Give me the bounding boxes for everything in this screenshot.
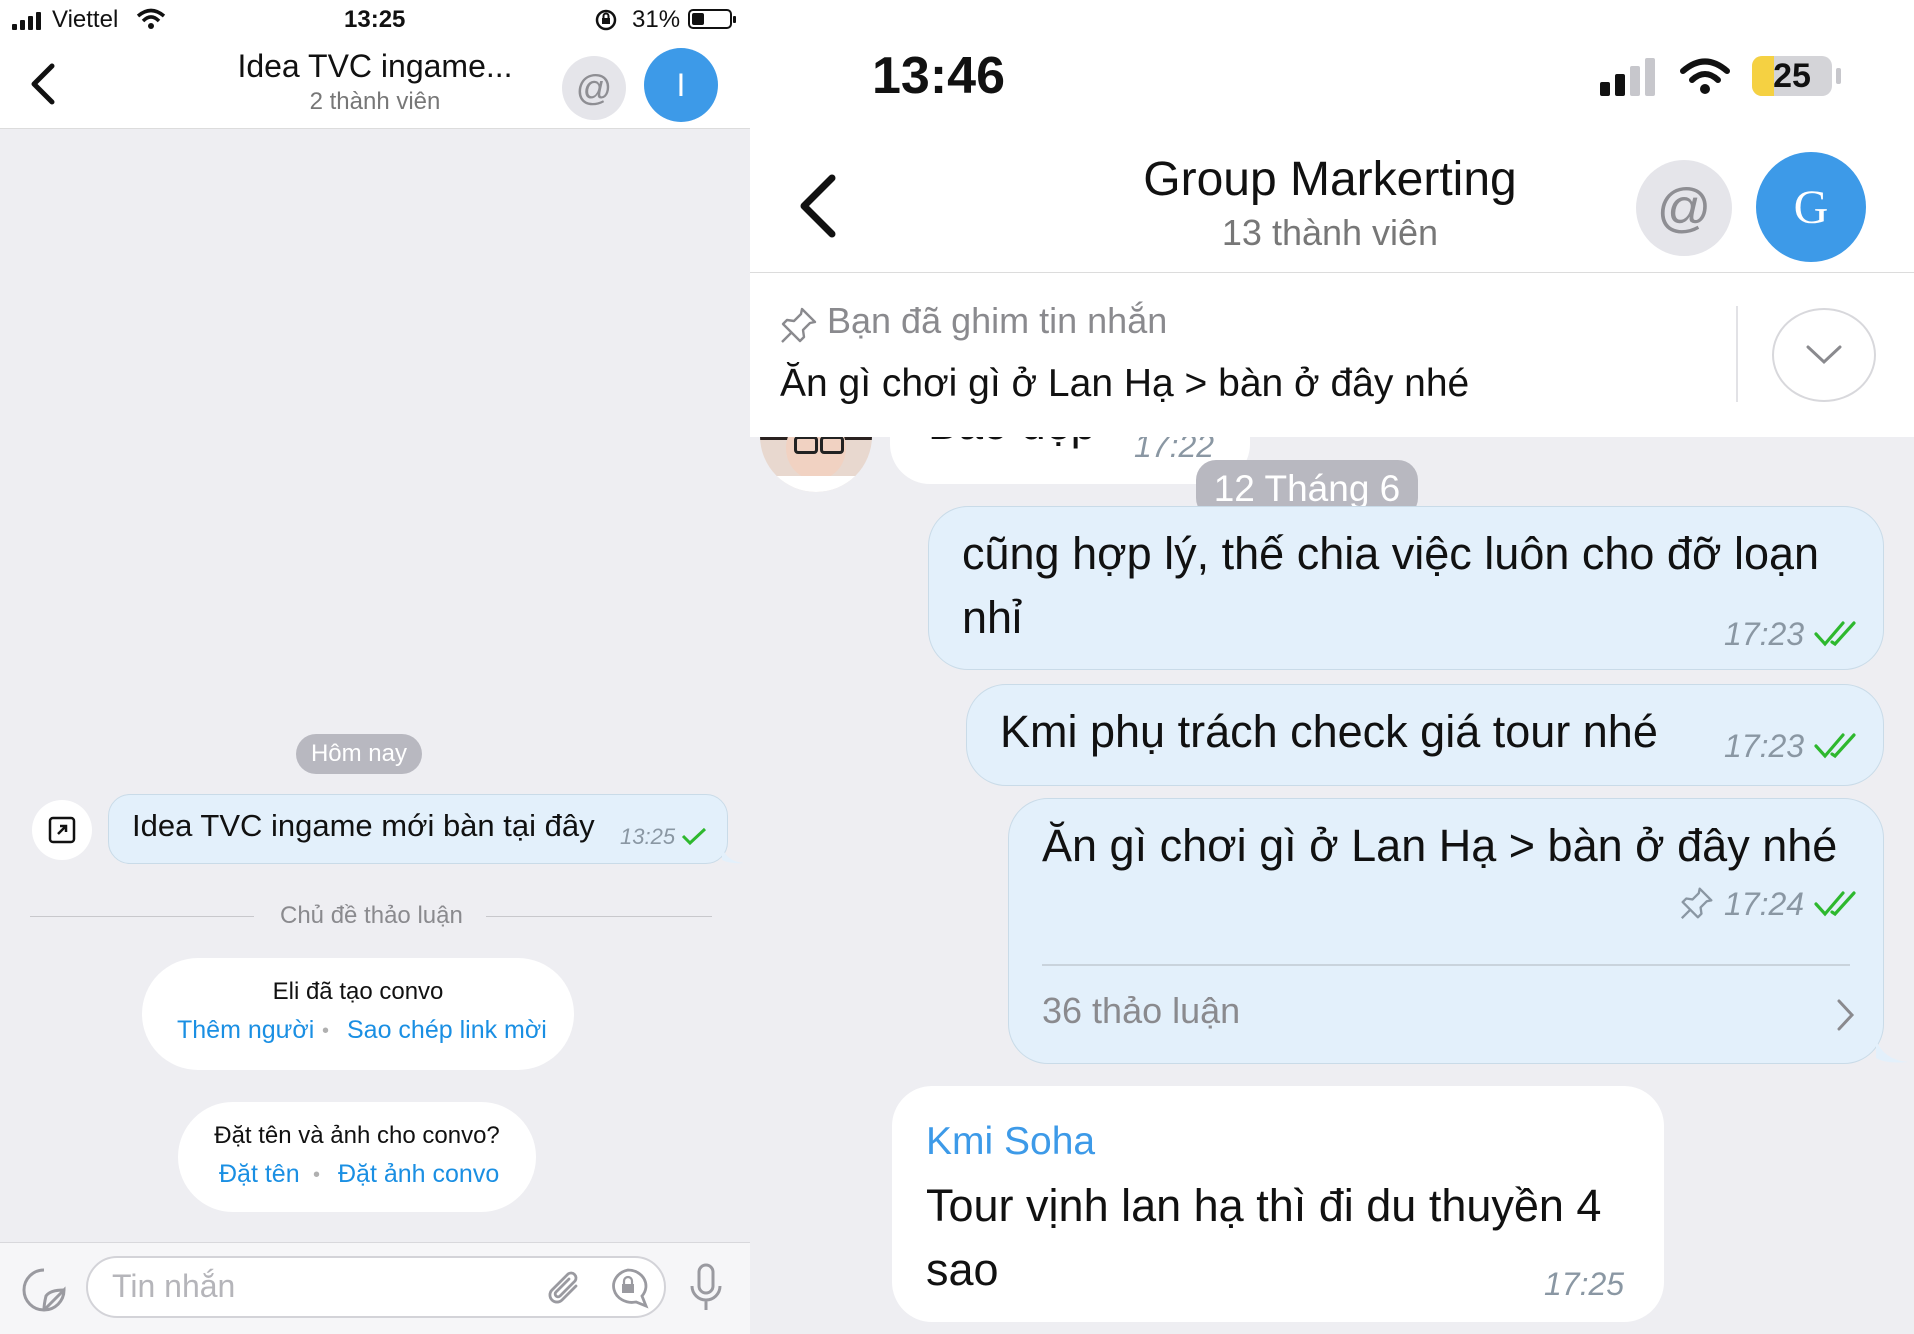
signal-icon [12, 12, 46, 30]
group-avatar[interactable]: I [644, 48, 718, 122]
attachment-icon[interactable] [546, 1268, 584, 1308]
dot-separator: • [322, 1020, 330, 1042]
mention-button[interactable]: @ [562, 56, 626, 120]
chat-title: Idea TVC ingame... [237, 48, 513, 84]
message-time: 13:25 [620, 824, 676, 849]
input-placeholder: Tin nhắn [112, 1268, 236, 1304]
dot-separator: • [313, 1164, 321, 1186]
status-time: 13:46 [872, 47, 1005, 105]
add-people-link[interactable]: Thêm người [177, 1016, 314, 1045]
copy-invite-link[interactable]: Sao chép link mời [347, 1016, 547, 1045]
status-time: 13:25 [344, 6, 406, 33]
member-count: 2 thành viên [309, 88, 441, 115]
incoming-message-text: Tour vịnh lan hạ thì đi du thuyền 4 sao [926, 1180, 1602, 1295]
back-chevron-icon[interactable] [796, 172, 840, 240]
name-convo-text: Đặt tên và ảnh cho convo? [214, 1122, 500, 1149]
pin-icon [1680, 887, 1713, 920]
chevron-down-icon [1806, 345, 1842, 365]
divider-right [486, 916, 712, 917]
pinned-label: Bạn đã ghim tin nhắn [827, 300, 1168, 341]
incoming-message-time: 17:25 [1544, 1266, 1625, 1302]
secret-message-icon[interactable] [606, 1266, 652, 1310]
group-avatar[interactable]: G [1756, 152, 1866, 262]
sticker-icon[interactable] [20, 1266, 68, 1314]
date-separator: Hôm nay [296, 734, 422, 774]
microphone-icon[interactable] [688, 1262, 724, 1314]
message-time: 17:23 [1724, 728, 1805, 764]
status-bar: Viettel 13:25 31% [0, 0, 750, 40]
pinned-message-bar[interactable] [750, 273, 1914, 437]
wifi-icon [1680, 58, 1730, 94]
discussion-count-link[interactable]: 36 thảo luận [1042, 990, 1240, 1032]
convo-created-text: Eli đã tạo convo [272, 978, 444, 1005]
divider-left [30, 916, 254, 917]
battery-icon [688, 9, 736, 29]
mention-button[interactable]: @ [1636, 160, 1732, 256]
expand-pinned-button[interactable] [1772, 308, 1876, 402]
sent-check-icon [681, 827, 707, 846]
member-count: 13 thành viên [1221, 212, 1439, 253]
bubble-tail [722, 848, 744, 864]
sender-name[interactable]: Kmi Soha [926, 1120, 1095, 1164]
message-text: Kmi phụ trách check giá tour nhé [1000, 706, 1658, 757]
pin-divider [1736, 306, 1738, 402]
pin-icon [781, 307, 817, 343]
share-button[interactable] [32, 800, 92, 860]
message-time: 17:23 [1724, 616, 1805, 652]
battery-cap [1836, 68, 1841, 84]
message-text: Ăn gì chơi gì ở Lan Hạ > bàn ở đây nhé [1042, 820, 1838, 871]
chat-title: Group Markerting [1143, 153, 1517, 206]
name-convo-card [178, 1102, 536, 1212]
left-screenshot: Viettel 13:25 31% Idea TVC ingame... 2 t… [0, 0, 750, 1334]
thread-divider [1042, 964, 1850, 966]
battery-percent: 31% [632, 6, 681, 33]
back-chevron-icon[interactable] [28, 62, 58, 106]
carrier-name: Viettel [52, 6, 119, 33]
bubble-tail [1876, 1040, 1908, 1063]
convo-created-card [142, 958, 574, 1070]
pinned-text: Ăn gì chơi gì ở Lan Hạ > bàn ở đây nhé [780, 362, 1470, 405]
message-time: 17:24 [1724, 886, 1805, 922]
set-photo-link[interactable]: Đặt ảnh convo [338, 1160, 499, 1189]
wifi-icon [136, 8, 166, 29]
topic-divider-label: Chủ đề thảo luận [280, 902, 463, 929]
chevron-right-icon[interactable] [1836, 998, 1856, 1032]
battery-level: 25 [1773, 57, 1811, 95]
set-name-link[interactable]: Đặt tên [219, 1160, 300, 1189]
message-text: Idea TVC ingame mới bàn tại đây [132, 808, 595, 843]
battery-icon: 25 [1752, 56, 1832, 96]
share-arrow-icon [48, 816, 76, 844]
rotation-lock-icon [595, 9, 617, 31]
read-check-icon [1814, 621, 1856, 647]
read-check-icon [1814, 733, 1856, 759]
read-check-icon [1814, 891, 1856, 917]
signal-icon [1600, 56, 1664, 96]
